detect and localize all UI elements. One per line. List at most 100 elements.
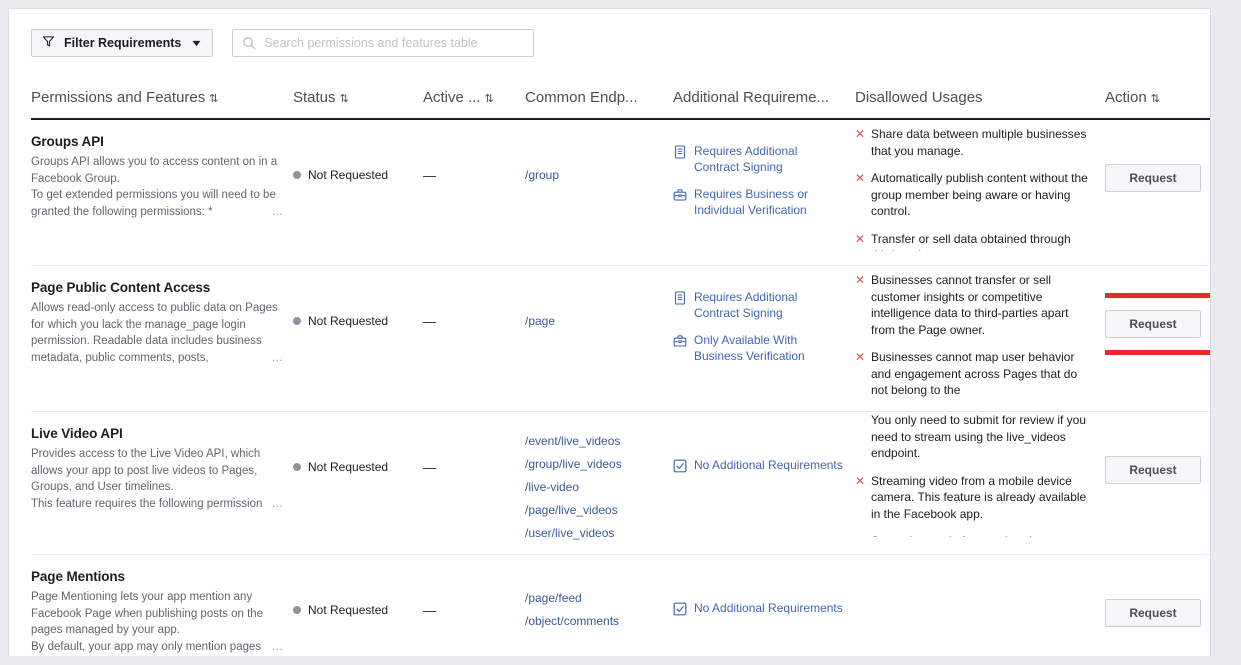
- disallowed-usage-item: ✕ Businesses cannot transfer or sell cust…: [855, 272, 1095, 338]
- x-mark-icon: ✕: [855, 231, 866, 246]
- request-button[interactable]: Request: [1105, 456, 1201, 484]
- endpoint-link[interactable]: /event/live_videos: [525, 434, 663, 448]
- table-toolbar: Filter Requirements ▼: [31, 29, 535, 57]
- disallowed-usage-item: ✕ Businesses cannot map user behavior and…: [855, 349, 1095, 397]
- request-button[interactable]: Request: [1105, 164, 1201, 192]
- x-mark-icon: ✕: [855, 127, 866, 141]
- disallowed-usages-list: ✕ Businesses cannot transfer or sell cust…: [855, 272, 1095, 397]
- disallowed-usage-item: ✕ Streaming to platforms other than: [855, 533, 1095, 537]
- cell-disallowed-usages: ✕ Businesses cannot transfer or sell cust…: [855, 265, 1105, 412]
- cell-disallowed-usages: You only need to submit for review if yo…: [855, 411, 1105, 555]
- requirement-item[interactable]: No Additional Requirements: [673, 601, 845, 621]
- column-header-disallowed-usages: Disallowed Usages: [855, 79, 1105, 120]
- description-ellipsis[interactable]: …: [265, 349, 283, 366]
- highlight-box: Request: [1105, 293, 1210, 355]
- status-badge: Not Requested: [293, 314, 413, 328]
- sort-icon[interactable]: ⇅: [340, 92, 349, 105]
- permissions-table: Permissions and Features ⇅ Status ⇅ Active…: [31, 79, 1210, 656]
- request-button[interactable]: Request: [1105, 310, 1201, 338]
- cell-active-users: —: [423, 554, 525, 656]
- requirement-label: Requires Additional Contract Signing: [694, 290, 798, 320]
- endpoint-link[interactable]: /object/comments: [525, 614, 663, 628]
- endpoint-link[interactable]: /page: [525, 314, 663, 328]
- permission-description: Page Mentioning lets your app mention an…: [31, 589, 283, 655]
- column-header-permissions-and-features[interactable]: Permissions and Features ⇅: [31, 79, 293, 120]
- search-box[interactable]: [232, 29, 535, 57]
- cell-active-users: —: [423, 119, 525, 266]
- sort-icon[interactable]: ⇅: [1151, 92, 1160, 105]
- requirement-item[interactable]: Requires Business or Individual Verifica…: [673, 187, 845, 218]
- column-header-action[interactable]: Action ⇅: [1105, 79, 1210, 120]
- cell-status: Not Requested: [293, 119, 423, 266]
- search-input[interactable]: [264, 36, 534, 50]
- disallowed-usages-list: You only need to submit for review if yo…: [855, 412, 1095, 537]
- endpoint-link[interactable]: /user/live_videos: [525, 526, 663, 540]
- table-row: Page Mentions Page Mentioning lets your a…: [31, 554, 1210, 656]
- column-header-status[interactable]: Status ⇅: [293, 79, 423, 120]
- disallowed-usage-item: ✕ Transfer or sell data obtained through …: [855, 231, 1095, 252]
- permission-name: Live Video API: [31, 426, 123, 441]
- disallowed-usage-text: Streaming video from a mobile device cam…: [871, 473, 1087, 521]
- endpoint-link[interactable]: /page/feed: [525, 591, 663, 605]
- status-dot-icon: [293, 171, 301, 179]
- requirement-item[interactable]: Only Available With Business Verificatio…: [673, 333, 845, 364]
- x-mark-icon: ✕: [855, 533, 865, 537]
- cell-permission: Live Video API Provides access to the Liv…: [31, 411, 293, 555]
- endpoint-link[interactable]: /live-video: [525, 480, 663, 494]
- column-label: Permissions and Features: [31, 89, 206, 106]
- funnel-icon: [42, 35, 55, 51]
- column-header-additional-requirements: Additional Requireme...: [673, 79, 855, 120]
- cell-endpoints: /event/live_videos/group/live_videos/liv…: [525, 411, 673, 555]
- sort-icon[interactable]: ⇅: [209, 92, 218, 105]
- column-label: Common Endp...: [525, 89, 638, 106]
- disallowed-usage-item: You only need to submit for review if yo…: [871, 412, 1095, 462]
- x-mark-icon: ✕: [855, 273, 866, 287]
- column-header-active-users[interactable]: Active ... ⇅: [423, 79, 525, 120]
- cell-additional-requirements: Requires Additional Contract Signing Only…: [673, 265, 855, 412]
- disallowed-usage-text: Businesses cannot map user behavior and …: [871, 350, 1078, 397]
- table-header-row: Permissions and Features ⇅ Status ⇅ Active…: [31, 79, 1210, 120]
- cell-permission: Groups API Groups API allows you to acces…: [31, 119, 293, 266]
- column-label: Status: [293, 89, 336, 106]
- endpoint-link[interactable]: /group/live_videos: [525, 457, 663, 471]
- column-header-common-endpoints: Common Endp...: [525, 79, 673, 120]
- requirement-item[interactable]: No Additional Requirements: [673, 458, 845, 478]
- requirement-item[interactable]: Requires Additional Contract Signing: [673, 290, 845, 321]
- status-badge: Not Requested: [293, 603, 413, 617]
- filter-requirements-button[interactable]: Filter Requirements ▼: [31, 29, 214, 57]
- cell-endpoints: /group: [525, 119, 673, 266]
- permission-name: Page Public Content Access: [31, 280, 211, 295]
- chevron-down-icon: ▼: [190, 37, 204, 48]
- disallowed-usage-item: ✕ Streaming video from a mobile device ca…: [855, 473, 1095, 523]
- cell-disallowed-usages: [855, 554, 1105, 656]
- request-button[interactable]: Request: [1105, 599, 1201, 627]
- briefcase-icon: [673, 334, 687, 353]
- permissions-table-card: Filter Requirements ▼ Permissions and Fe…: [8, 8, 1211, 656]
- active-users-value: —: [423, 603, 436, 618]
- description-ellipsis[interactable]: …: [265, 203, 283, 220]
- status-badge: Not Requested: [293, 168, 413, 182]
- requirement-label: Only Available With Business Verificatio…: [694, 333, 805, 363]
- status-label: Not Requested: [308, 460, 389, 474]
- cell-active-users: —: [423, 411, 525, 555]
- endpoint-link[interactable]: /group: [525, 168, 663, 182]
- requirement-label: No Additional Requirements: [694, 601, 843, 615]
- requirement-label: No Additional Requirements: [694, 458, 843, 472]
- description-ellipsis[interactable]: …: [265, 495, 283, 512]
- cell-action: Request: [1105, 265, 1210, 412]
- disallowed-usage-text: Share data between multiple businesses t…: [871, 127, 1087, 158]
- permission-name: Page Mentions: [31, 569, 125, 584]
- endpoint-link[interactable]: /page/live_videos: [525, 503, 663, 517]
- cell-active-users: —: [423, 265, 525, 412]
- requirement-item[interactable]: Requires Additional Contract Signing: [673, 144, 845, 175]
- contract-document-icon: [673, 291, 687, 310]
- sort-icon[interactable]: ⇅: [485, 92, 494, 105]
- description-ellipsis[interactable]: …: [265, 638, 283, 655]
- permission-description: Groups API allows you to access content …: [31, 154, 283, 220]
- status-label: Not Requested: [308, 168, 389, 182]
- status-label: Not Requested: [308, 603, 389, 617]
- cell-action: Request: [1105, 554, 1210, 656]
- disallowed-usage-item: ✕ Share data between multiple businesses …: [855, 126, 1095, 159]
- table-row: Live Video API Provides access to the Liv…: [31, 411, 1210, 555]
- disallowed-usage-item: ✕ Automatically publish content without t…: [855, 170, 1095, 220]
